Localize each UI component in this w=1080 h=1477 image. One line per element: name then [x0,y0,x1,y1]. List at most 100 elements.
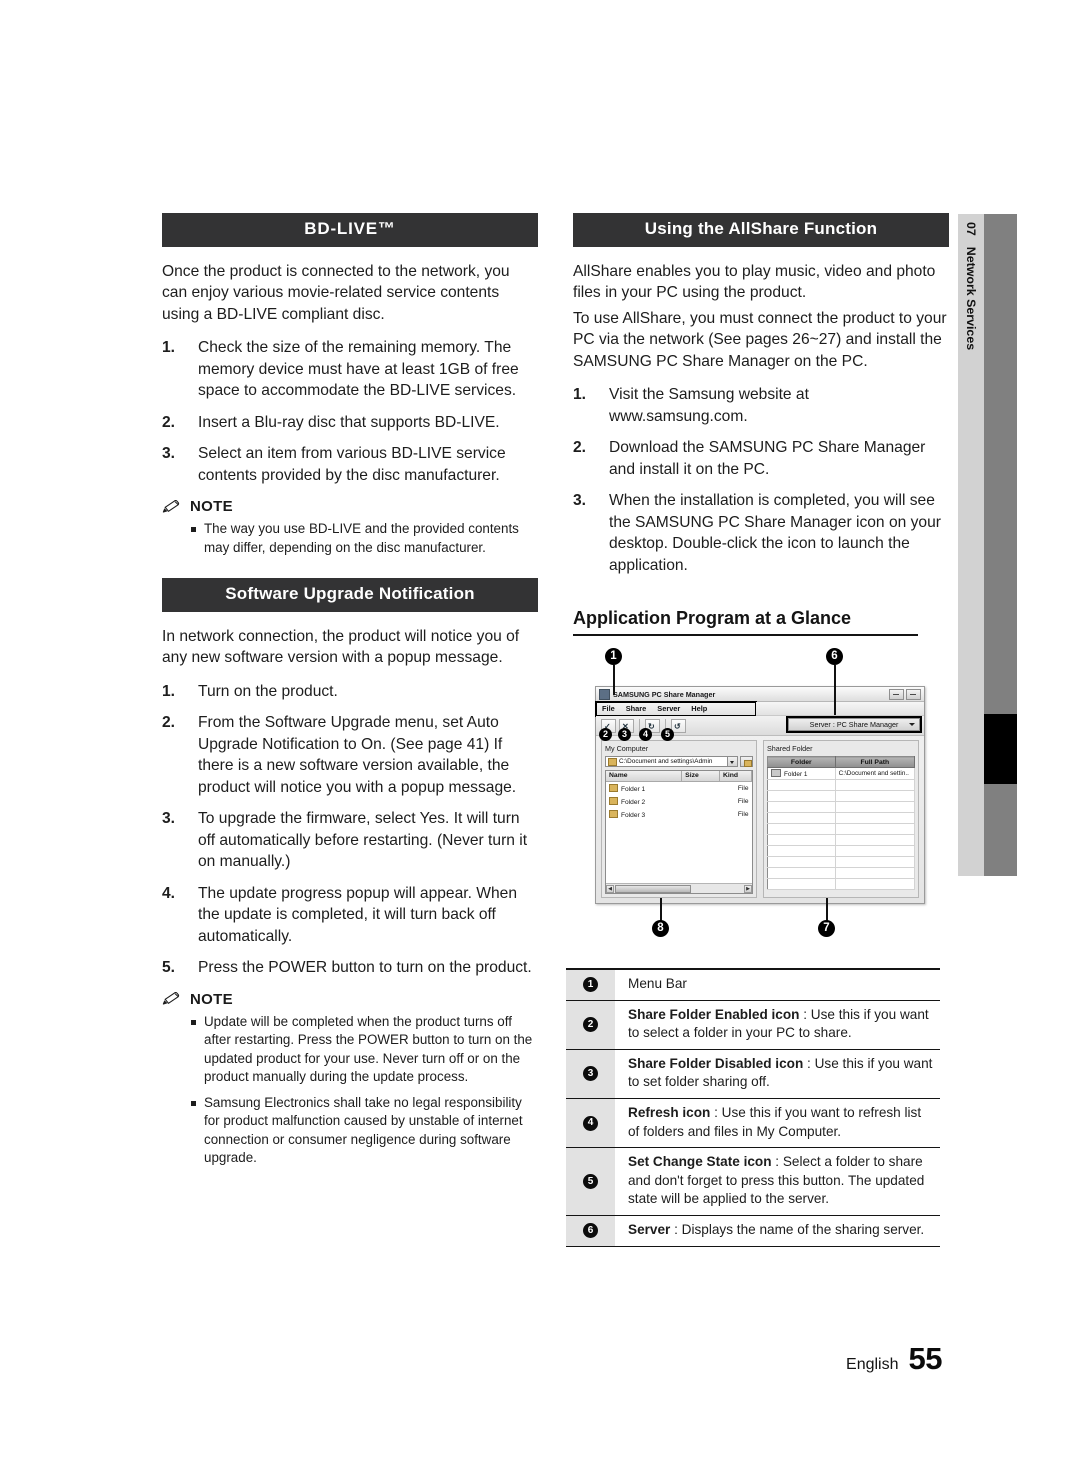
cell-folder [767,790,836,803]
cell-folder [767,801,836,814]
legend-row: 3 Share Folder Disabled icon : Use this … [566,1049,940,1099]
page-number: 55 [908,1341,943,1376]
table-row[interactable]: Folder 1 C:\Document and settin.. [767,767,916,781]
list-item: 2. Download the SAMSUNG PC Share Manager… [573,437,949,480]
table-row[interactable] [767,790,916,803]
column-header-name[interactable]: Name [606,771,683,782]
my-computer-pane: My Computer C:\Document and settings\Adm… [601,740,757,899]
legend-row: 1 Menu Bar [566,970,940,1001]
file-table: Name Size Kind Folder 1 File Folder 2 Fi… [606,771,752,821]
cell-full-path [835,856,916,869]
window-title: SAMSUNG PC Share Manager [613,689,716,699]
legend-row: 4 Refresh icon : Use this if you want to… [566,1098,940,1149]
legend-number-cell: 2 [566,1000,615,1049]
list-item: 3. When the installation is completed, y… [573,490,949,576]
legend-term: Refresh icon [628,1104,711,1120]
menu-item-file[interactable]: File [602,704,615,713]
menu-item-help[interactable]: Help [691,704,707,713]
step-number: 1. [162,339,176,357]
bd-live-steps: 1. Check the size of the remaining memor… [162,337,538,486]
shared-folder-pane: Shared Folder Folder Full Path Folder 1 … [763,740,919,899]
table-row[interactable]: Folder 3 File [606,808,752,821]
manual-page: BD-LIVE™ Once the product is connected t… [0,0,1080,1477]
cell-full-path [835,834,916,847]
table-header-row: Name Size Kind [606,771,752,782]
file-list[interactable]: Name Size Kind Folder 1 File Folder 2 Fi… [605,770,753,895]
table-row[interactable] [767,812,916,825]
allshare-steps: 1. Visit the Samsung website at www.sams… [573,384,949,576]
step-text: Select an item from various BD-LIVE serv… [198,445,506,484]
browse-folder-button[interactable] [740,756,753,768]
software-upgrade-intro: In network connection, the product will … [162,627,520,667]
cell-folder [767,834,836,847]
server-dropdown-label: Server : PC Share Manager [809,720,899,730]
callout-8: 8 [652,920,669,938]
chevron-down-icon [909,723,915,727]
list-item: Update will be completed when the produc… [162,1013,538,1087]
pencil-icon [162,499,182,514]
shared-folder-icon [771,769,781,778]
note-label: NOTE [190,498,233,516]
legend-bullet: 2 [583,1017,598,1033]
menu-bar[interactable]: File Share Server Help [595,701,757,718]
table-row[interactable]: Folder 1 File [606,781,752,795]
table-row[interactable] [767,878,916,891]
column-header-full-path[interactable]: Full Path [835,756,916,769]
scrollbar-thumb[interactable] [615,884,691,893]
shared-folder-table[interactable]: Folder Full Path Folder 1 C:\Document an… [767,756,916,891]
legend-bullet: 3 [583,1066,598,1082]
legend-text-cell: Share Folder Enabled icon : Use this if … [615,1001,940,1049]
cell-folder [767,845,836,858]
folder-icon [608,757,617,766]
server-dropdown[interactable]: Server : PC Share Manager [786,716,922,734]
footer-language: English [846,1356,899,1373]
path-row: C:\Document and settings\Admin [605,756,753,768]
close-button[interactable] [906,688,921,700]
chevron-down-icon[interactable] [727,757,737,767]
step-number: 1. [573,386,587,404]
folder-icon [609,809,618,818]
menu-item-share[interactable]: Share [626,704,647,713]
table-row[interactable] [767,856,916,869]
scroll-left-arrow[interactable]: ◀ [606,884,614,893]
cell-folder [767,867,836,880]
table-row[interactable] [767,823,916,836]
legend-text-cell: Share Folder Disabled icon : Use this if… [615,1050,940,1098]
table-row[interactable] [767,834,916,847]
table-row[interactable] [767,845,916,858]
legend-number-cell: 5 [566,1148,615,1215]
minimize-button[interactable] [889,688,904,700]
sub-heading-app-program: Application Program at a Glance [573,608,918,637]
step-number: 4. [162,884,176,902]
scroll-right-arrow[interactable]: ▶ [744,884,752,893]
cell-full-path [835,812,916,825]
path-combobox[interactable]: C:\Document and settings\Admin [605,756,738,768]
software-upgrade-notes: Update will be completed when the produc… [162,1013,538,1168]
callout-leader-1 [613,665,615,696]
app-icon [599,688,610,700]
table-row[interactable] [767,779,916,792]
step-text: The update progress popup will appear. W… [198,884,518,945]
column-header-folder[interactable]: Folder [767,756,836,769]
table-row[interactable]: Folder 2 File [606,795,752,808]
step-text: Check the size of the remaining memory. … [198,339,519,400]
cell-kind: File [737,797,749,805]
menu-item-server[interactable]: Server [657,704,680,713]
callout-6: 6 [826,648,843,666]
legend-term: Share Folder Disabled icon [628,1055,804,1071]
cell-full-path [835,779,916,792]
column-header-size[interactable]: Size [681,771,720,782]
shared-folder-label: Shared Folder [767,744,813,754]
chapter-index-active-marker [984,714,1017,784]
table-row[interactable] [767,801,916,814]
legend-number-cell: 3 [566,1049,615,1098]
table-row[interactable] [767,867,916,880]
column-header-kind[interactable]: Kind [719,771,752,782]
legend-number-cell: 1 [566,970,615,1000]
step-text: Press the POWER button to turn on the pr… [198,959,532,977]
right-column: Using the AllShare Function AllShare ena… [573,213,949,943]
legend-number-cell: 4 [566,1098,615,1148]
horizontal-scrollbar[interactable]: ◀ ▶ [606,883,752,894]
bd-live-intro: Once the product is connected to the net… [162,262,510,323]
callout-1: 1 [605,648,622,666]
